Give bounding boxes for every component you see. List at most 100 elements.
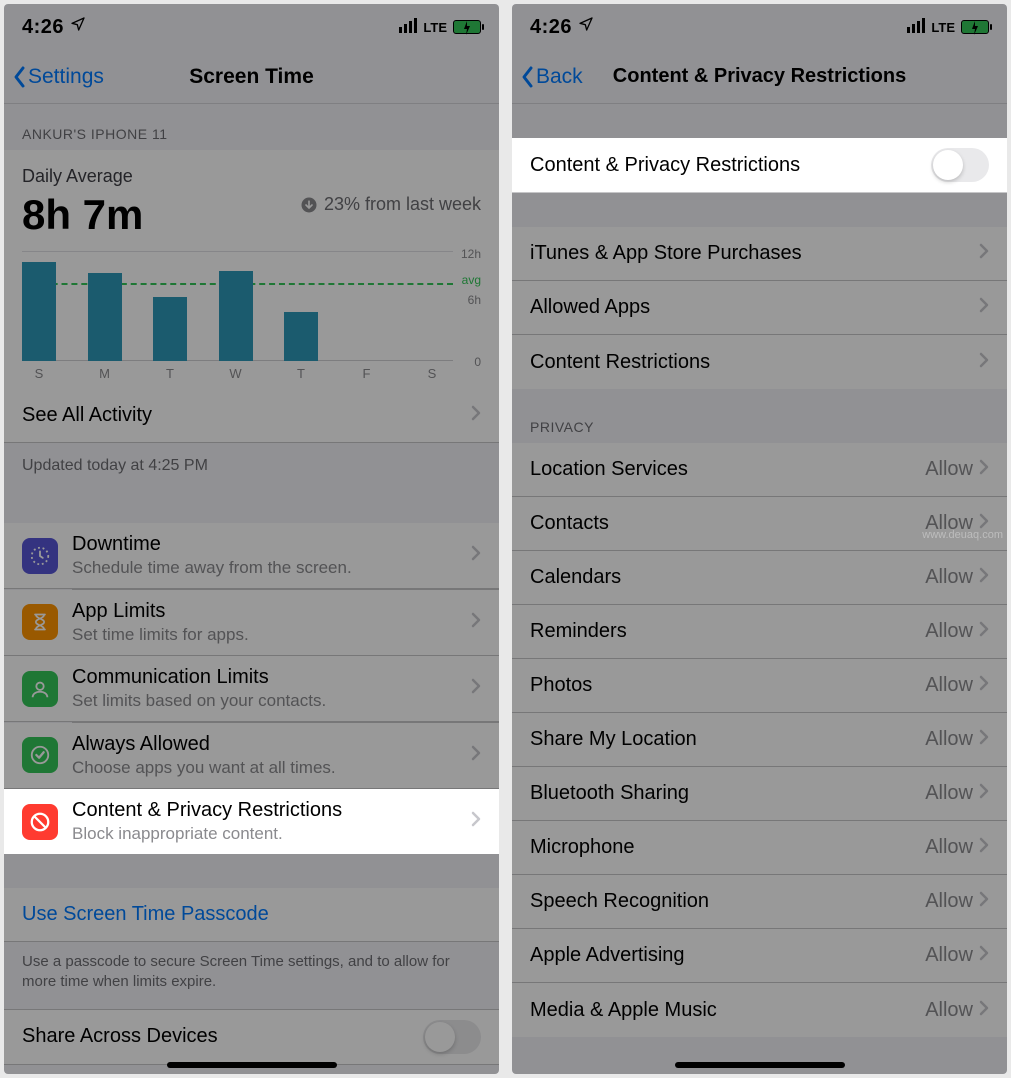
row-label: Content Restrictions [530,351,710,374]
nav-bar: Back Content & Privacy Restrictions [512,50,1007,104]
privacy-row[interactable]: ContactsAllow [512,497,1007,551]
back-button[interactable]: Settings [12,65,104,89]
share-across-row[interactable]: Share Across Devices [4,1009,499,1065]
privacy-row[interactable]: Speech RecognitionAllow [512,875,1007,929]
carrier-label: LTE [931,20,955,35]
row-title: Downtime [72,533,352,556]
chevron-right-icon [979,297,989,313]
settings-row-nosign[interactable]: Content & Privacy RestrictionsBlock inap… [4,789,499,854]
home-indicator[interactable] [167,1062,337,1068]
screen-time-phone: 4:26 LTE Settings Screen Time ANKUR'S IP… [4,4,499,1074]
back-button[interactable]: Back [520,65,583,89]
privacy-header: PRIVACY [512,389,1007,443]
chevron-right-icon [979,567,989,583]
row-label: Apple Advertising [530,944,685,967]
privacy-row[interactable]: Location Services Allow [512,443,1007,497]
chart-bar [284,312,318,362]
chevron-right-icon [979,243,989,259]
row-title: App Limits [72,600,249,623]
chevron-right-icon [471,745,481,761]
chevron-right-icon [471,405,481,421]
privacy-row[interactable]: Apple Advertising Allow [512,929,1007,983]
see-all-activity-row[interactable]: See All Activity [4,389,499,443]
chart-bar [22,262,56,361]
chevron-right-icon [471,612,481,628]
share-toggle[interactable] [423,1020,481,1054]
page-title: Screen Time [189,65,314,89]
battery-icon [961,20,989,34]
privacy-row[interactable]: Share My Location Allow [512,713,1007,767]
chevron-right-icon [471,811,481,827]
settings-row-downtime[interactable]: DowntimeSchedule time away from the scre… [4,523,499,589]
chart-xlabel: F [350,366,384,381]
chart-bar [219,271,253,361]
status-time: 4:26 [530,16,572,38]
chevron-right-icon [979,729,989,745]
row-label: Allowed Apps [530,296,650,319]
row-subtitle: Set limits based on your contacts. [72,691,326,711]
privacy-row[interactable]: Bluetooth SharingAllow [512,767,1007,821]
settings-row-hourglass[interactable]: App LimitsSet time limits for apps. [4,590,499,656]
restrictions-toggle[interactable] [931,148,989,182]
row-subtitle: Block inappropriate content. [72,824,342,844]
person-icon [22,671,58,707]
row-detail: Allow [925,674,973,697]
chart-xlabel: T [284,366,318,381]
back-label: Settings [28,65,104,89]
privacy-row[interactable]: RemindersAllow [512,605,1007,659]
chevron-right-icon [979,352,989,368]
check-icon [22,737,58,773]
row-detail: Allow [925,458,973,481]
row-detail: Allow [925,728,973,751]
see-all-label: See All Activity [22,404,152,427]
nosign-icon [22,804,58,840]
status-bar: 4:26 LTE [4,4,499,50]
chart-bar [88,273,122,361]
chevron-right-icon [979,621,989,637]
row-label: Location Services [530,458,688,481]
home-indicator[interactable] [675,1062,845,1068]
chevron-right-icon [979,891,989,907]
row-title: Communication Limits [72,666,326,689]
back-label: Back [536,65,583,89]
watermark: www.deuaq.com [922,529,1003,541]
row-label: iTunes & App Store Purchases [530,242,802,265]
chevron-right-icon [979,459,989,475]
location-icon [578,16,594,32]
chart-ylabel-zero: 0 [474,355,481,369]
settings-row-check[interactable]: Always AllowedChoose apps you want at al… [4,723,499,789]
restrictions-toggle-label: Content & Privacy Restrictions [530,154,800,177]
location-icon [70,16,86,32]
chevron-right-icon [979,837,989,853]
settings-row-person[interactable]: Communication LimitsSet limits based on … [4,656,499,722]
privacy-row[interactable]: PhotosAllow [512,659,1007,713]
list-row[interactable]: iTunes & App Store Purchases [512,227,1007,281]
row-label: Contacts [530,512,609,535]
chart-xlabel: W [219,366,253,381]
chart-xlabel: M [88,366,122,381]
list-row[interactable]: Content Restrictions [512,335,1007,389]
row-title: Always Allowed [72,733,336,756]
chevron-left-icon [12,65,28,89]
row-detail: Allow [925,944,973,967]
privacy-row[interactable]: MicrophoneAllow [512,821,1007,875]
privacy-row[interactable]: CalendarsAllow [512,551,1007,605]
list-row[interactable]: Allowed Apps [512,281,1007,335]
restrictions-toggle-row[interactable]: Content & Privacy Restrictions [512,138,1007,193]
trend-text: 23% from last week [324,194,481,215]
use-passcode-label: Use Screen Time Passcode [22,903,269,926]
hourglass-icon [22,604,58,640]
row-subtitle: Choose apps you want at all times. [72,758,336,778]
row-label: Microphone [530,836,635,859]
row-label: Share My Location [530,728,697,751]
trend-row: 23% from last week [300,194,481,215]
chart-xlabel: S [22,366,56,381]
chart-ylabel-top: 12h [461,247,481,261]
privacy-row[interactable]: Media & Apple MusicAllow [512,983,1007,1037]
use-passcode-row[interactable]: Use Screen Time Passcode [4,888,499,942]
status-bar: 4:26 LTE [512,4,1007,50]
row-detail: Allow [925,620,973,643]
signal-icon [905,18,925,36]
chevron-right-icon [471,678,481,694]
daily-average-label: Daily Average [22,166,481,187]
